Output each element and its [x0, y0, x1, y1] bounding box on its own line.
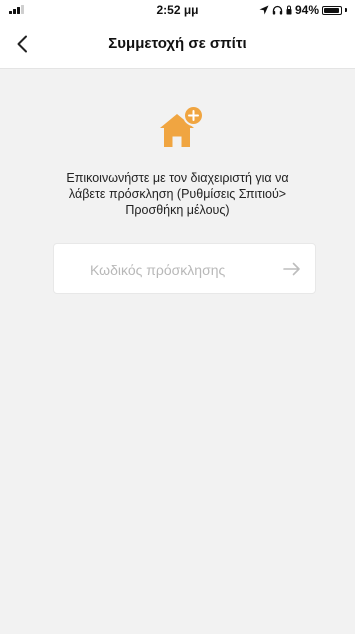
page-title: Συμμετοχή σε σπίτι — [108, 35, 247, 52]
arrow-right-icon[interactable] — [283, 262, 301, 276]
battery-nub — [345, 8, 347, 12]
instruction-line-1: Επικοινωνήστε με τον διαχειριστή για να — [66, 171, 289, 185]
battery-icon — [322, 5, 342, 15]
battery-percent: 94% — [294, 3, 319, 17]
invite-code-field[interactable] — [53, 243, 317, 295]
battery-fill — [324, 7, 340, 13]
lock-rotation-icon — [286, 5, 292, 15]
headphones-icon — [272, 5, 283, 15]
instruction-line-3: Προσθήκη μέλους) — [125, 203, 230, 217]
invite-code-input[interactable] — [54, 244, 317, 295]
header: Συμμετοχή σε σπίτι — [0, 20, 355, 69]
house-add-icon — [160, 105, 204, 147]
location-icon — [259, 5, 269, 15]
status-bar: 2:52 μμ 94% — [0, 0, 355, 20]
status-indicators: 94% — [259, 3, 347, 17]
instruction-text: Επικοινωνήστε με τον διαχειριστή για να … — [40, 170, 315, 218]
instruction-line-2: λάβετε πρόσκληση (Ρυθμίσεις Σπιτιού> — [68, 187, 287, 201]
